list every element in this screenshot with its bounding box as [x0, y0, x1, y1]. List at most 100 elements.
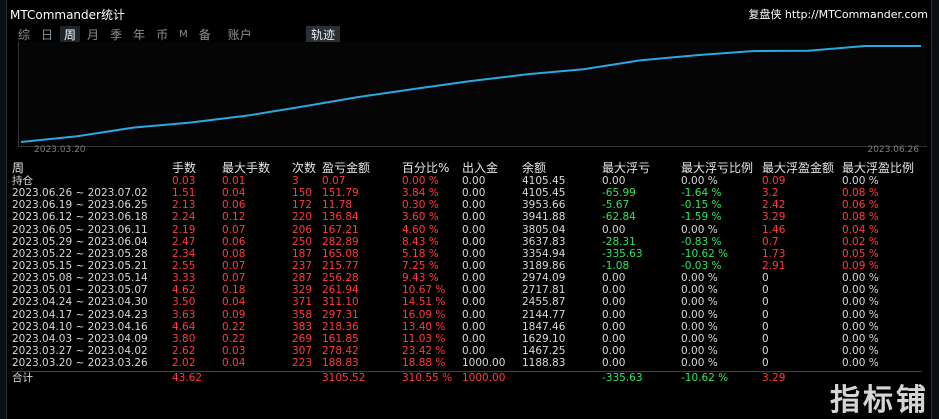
cell-max-float-profit-pct: 0.02 %	[842, 235, 879, 248]
cell-max-float-profit: 0	[762, 332, 769, 345]
cell-lots: 2.62	[172, 344, 196, 357]
cell-deposit: 0.00	[462, 344, 486, 357]
cell-count: 3	[292, 175, 299, 187]
cell-max-lots: 0.06	[222, 199, 246, 212]
table-row[interactable]: 2023.04.10 ~ 2023.04.16 4.64 0.22 383 218.36…	[12, 321, 922, 333]
cell-deposit: 0.00	[462, 223, 486, 236]
cell-max-float-profit: 0	[762, 308, 769, 321]
cell-max-float-profit: 0	[762, 284, 769, 297]
cell-max-float-profit-pct: 0.05 %	[842, 247, 879, 260]
cell-lots: 3.33	[172, 272, 196, 285]
cell-lots: 2.19	[172, 223, 196, 236]
cell-percent: 8.43 %	[402, 235, 439, 248]
cell-max-float-profit-pct: 0.08 %	[842, 187, 879, 200]
cell-max-float-profit-pct: 0.00 %	[842, 357, 879, 370]
cell-max-lots: 0.01	[222, 175, 246, 187]
right-scroll-strip[interactable]	[931, 0, 939, 419]
header-lots: 手数	[172, 161, 197, 175]
table-row[interactable]: 2023.04.17 ~ 2023.04.23 3.63 0.09 358 297.31…	[12, 309, 922, 321]
table-row[interactable]: 2023.04.03 ~ 2023.04.09 3.80 0.22 269 161.85…	[12, 333, 922, 345]
left-scroll-strip[interactable]	[0, 0, 7, 419]
cell-max-drawdown-pct: 0.00 %	[681, 344, 718, 357]
cell-row-label: 2023.05.08 ~ 2023.05.14	[12, 272, 148, 285]
cell-max-float-profit-pct: 0.06 %	[842, 199, 879, 212]
cell-count: 187	[292, 247, 313, 260]
cell-max-drawdown: 0.00	[602, 272, 626, 285]
total-deposit: 1000.00	[462, 372, 506, 385]
cell-lots: 4.62	[172, 284, 196, 297]
header-max-drawdown: 最大浮亏	[602, 161, 651, 175]
cell-count: 150	[292, 187, 313, 200]
total-percent: 310.55 %	[402, 372, 453, 385]
cell-max-float-profit: 0.7	[762, 235, 779, 248]
cell-max-drawdown: 0.00	[602, 284, 626, 297]
cell-max-drawdown-pct: -0.15 %	[681, 199, 722, 212]
cell-deposit: 1000.00	[462, 357, 506, 370]
cell-row-label: 2023.06.26 ~ 2023.07.02	[12, 187, 148, 200]
cell-row-label: 2023.06.19 ~ 2023.06.25	[12, 199, 148, 212]
cell-row-label: 2023.03.27 ~ 2023.04.02	[12, 344, 148, 357]
cell-profit: 11.78	[322, 199, 353, 212]
total-profit: 3105.52	[322, 372, 366, 385]
table-row[interactable]: 2023.03.20 ~ 2023.03.26 2.02 0.04 223 188.83…	[12, 357, 922, 369]
equity-curve-chart	[18, 42, 927, 147]
equity-curve-svg	[20, 45, 921, 143]
cell-max-drawdown: 0.00	[602, 308, 626, 321]
header-max-float-profit: 最大浮盈金额	[762, 161, 835, 175]
cell-max-float-profit-pct: 0.00 %	[842, 320, 879, 333]
table-total-row: 合计 43.62 3105.52 310.55 % 1000.00 -335.63 -10.…	[12, 371, 922, 384]
cell-percent: 14.51 %	[402, 296, 446, 309]
total-row-label: 合计	[12, 372, 33, 385]
cell-max-drawdown: -5.67	[602, 199, 630, 212]
cell-max-lots: 0.22	[222, 332, 246, 345]
table-row[interactable]: 2023.06.05 ~ 2023.06.11 2.19 0.07 206 167.21…	[12, 224, 922, 236]
cell-max-drawdown-pct: 0.00 %	[681, 357, 718, 370]
table-row[interactable]: 2023.05.29 ~ 2023.06.04 2.47 0.06 250 282.89…	[12, 236, 922, 248]
cell-profit: 218.36	[322, 320, 359, 333]
table-row[interactable]: 2023.06.12 ~ 2023.06.18 2.24 0.12 220 136.84…	[12, 211, 922, 223]
table-row[interactable]: 2023.06.26 ~ 2023.07.02 1.51 0.04 150 151.79…	[12, 187, 922, 199]
cell-row-label: 2023.04.03 ~ 2023.04.09	[12, 332, 148, 345]
cell-count: 220	[292, 211, 313, 224]
cell-max-float-profit: 1.73	[762, 247, 786, 260]
cell-deposit: 0.00	[462, 284, 486, 297]
cell-balance: 1467.25	[522, 344, 566, 357]
cell-max-drawdown-pct: 0.00 %	[681, 332, 718, 345]
table-row[interactable]: 2023.04.24 ~ 2023.04.30 3.50 0.04 371 311.10…	[12, 296, 922, 308]
table-body: 持仓 0.03 0.01 3 0.07 0.00 % 0.00 4105.45 0.00 0.00…	[12, 175, 922, 384]
cell-percent: 16.09 %	[402, 308, 446, 321]
cell-max-drawdown-pct: 0.00 %	[681, 296, 718, 309]
total-max-float-profit: 3.29	[762, 372, 786, 385]
header-max-lots: 最大手数	[222, 161, 271, 175]
cell-profit: 165.08	[322, 247, 359, 260]
table-row[interactable]: 2023.05.22 ~ 2023.05.28 2.34 0.08 187 165.08…	[12, 248, 922, 260]
cell-max-float-profit-pct: 0.00 %	[842, 308, 879, 321]
cell-max-float-profit-pct: 0.08 %	[842, 211, 879, 224]
cell-lots: 2.24	[172, 211, 196, 224]
cell-row-label: 2023.05.15 ~ 2023.05.21	[12, 259, 148, 272]
cell-balance: 3941.88	[522, 211, 566, 224]
cell-percent: 0.30 %	[402, 199, 439, 212]
table-row[interactable]: 2023.06.19 ~ 2023.06.25 2.13 0.06 172 11.78 0…	[12, 199, 922, 211]
total-max-drawdown: -335.63	[602, 372, 643, 385]
brand-link[interactable]: 复盘侠 http://MTCommander.com	[748, 6, 928, 22]
cell-max-drawdown: 0.00	[602, 296, 626, 309]
cell-max-drawdown-pct: 0.00 %	[681, 308, 718, 321]
cell-max-drawdown: -1.08	[602, 259, 630, 272]
cell-deposit: 0.00	[462, 320, 486, 333]
cell-count: 206	[292, 223, 313, 236]
cell-max-float-profit: 0	[762, 272, 769, 285]
cell-percent: 13.40 %	[402, 320, 446, 333]
cell-lots: 2.34	[172, 247, 196, 260]
table-row[interactable]: 2023.05.01 ~ 2023.05.07 4.62 0.18 329 261.94…	[12, 284, 922, 296]
cell-max-drawdown: -62.84	[602, 211, 636, 224]
table-row[interactable]: 2023.05.08 ~ 2023.05.14 3.33 0.07 287 256.28…	[12, 272, 922, 284]
table-row[interactable]: 持仓 0.03 0.01 3 0.07 0.00 % 0.00 4105.45 0.00 0.00…	[12, 175, 922, 187]
table-row[interactable]: 2023.05.15 ~ 2023.05.21 2.55 0.07 237 215.77…	[12, 260, 922, 272]
table-row[interactable]: 2023.03.27 ~ 2023.04.02 2.62 0.03 307 278.42…	[12, 345, 922, 357]
cell-max-drawdown-pct: -10.62 %	[681, 247, 729, 260]
cell-lots: 3.63	[172, 308, 196, 321]
header-percent: 百分比%	[402, 161, 450, 175]
cell-row-label: 2023.05.22 ~ 2023.05.28	[12, 247, 148, 260]
cell-profit: 188.83	[322, 357, 359, 370]
